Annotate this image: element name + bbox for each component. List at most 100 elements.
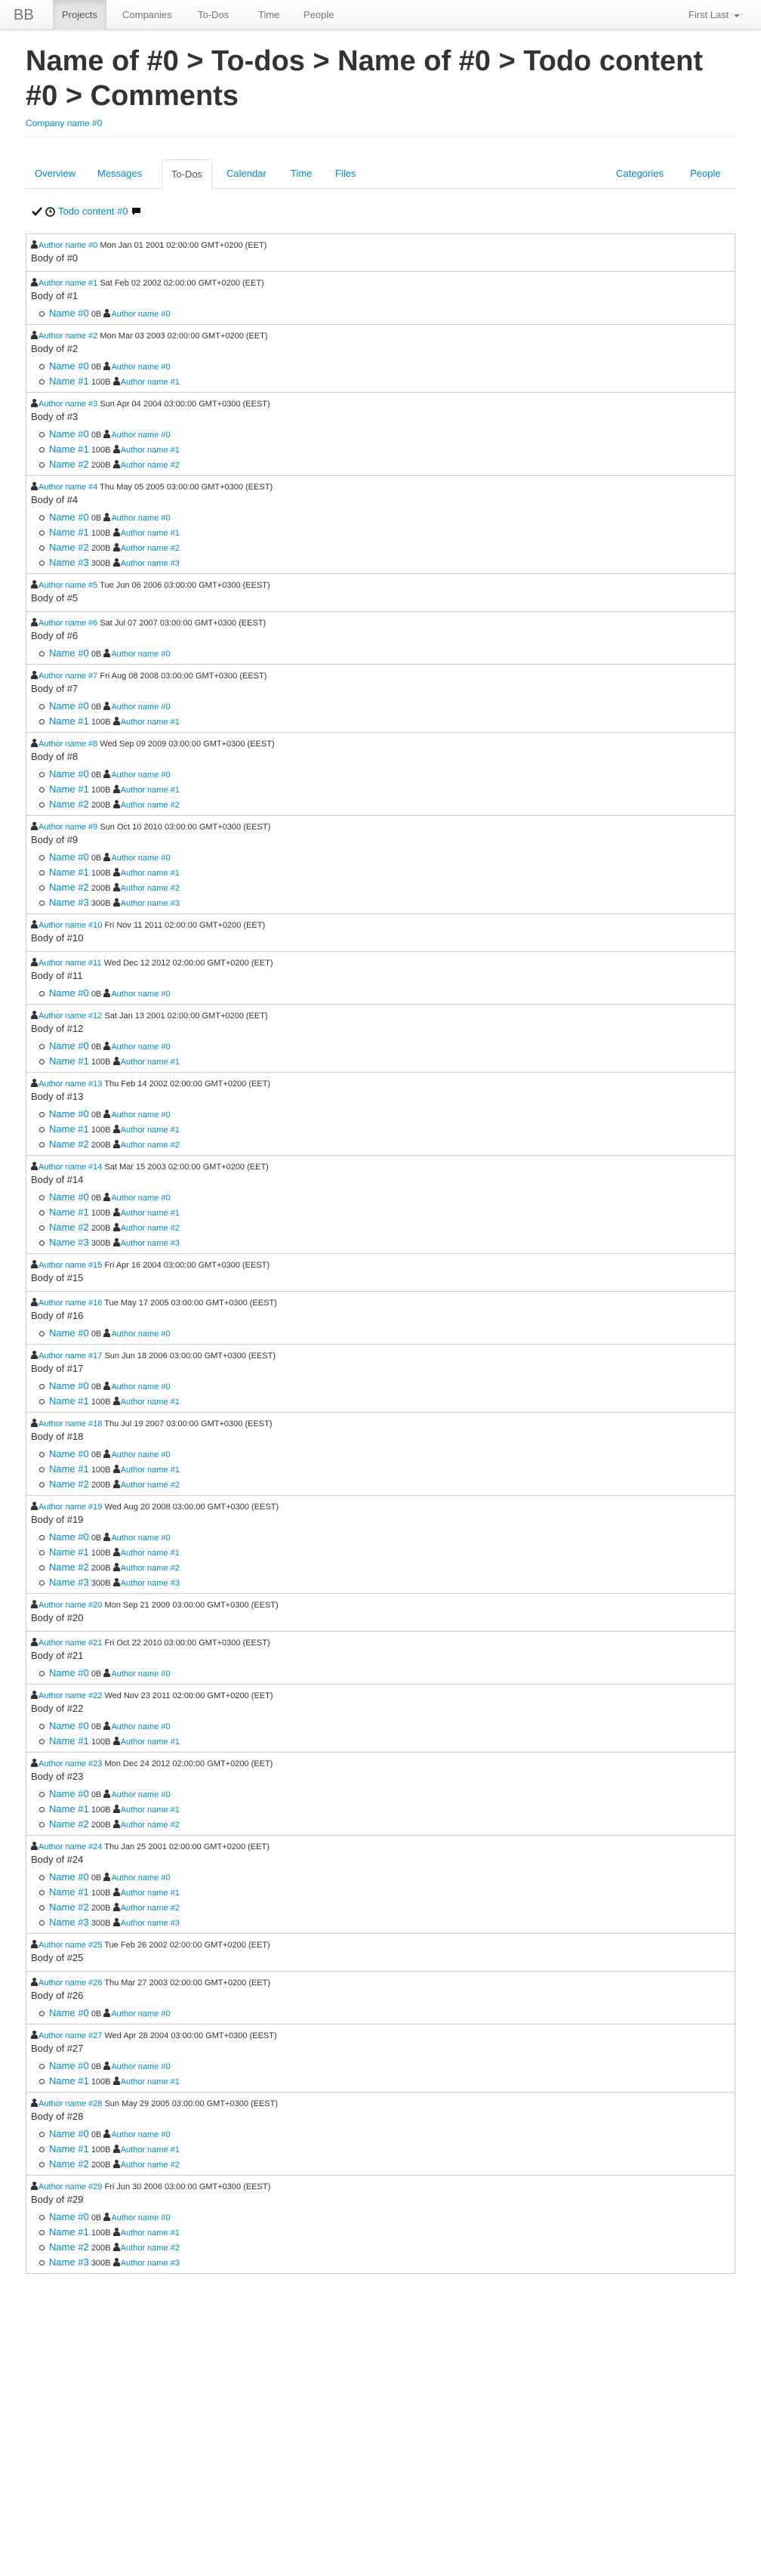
- attachment-author-link[interactable]: Author name #1: [121, 378, 180, 387]
- attachment-author-link[interactable]: Author name #3: [121, 559, 180, 568]
- comment-author-link[interactable]: Author name #29: [39, 2182, 102, 2191]
- attachment-name-link[interactable]: Name #0: [49, 987, 89, 999]
- attachment-name-link[interactable]: Name #2: [49, 1138, 89, 1150]
- attachment-author-link[interactable]: Author name #0: [111, 1382, 170, 1391]
- comment-author-link[interactable]: Author name #0: [39, 241, 97, 250]
- attachment-name-link[interactable]: Name #3: [49, 2256, 89, 2268]
- attachment-author-link[interactable]: Author name #2: [121, 1564, 180, 1573]
- company-link[interactable]: Company name #0: [26, 116, 102, 130]
- attachment-author-link[interactable]: Author name #0: [111, 1110, 170, 1120]
- attachment-name-link[interactable]: Name #1: [49, 1206, 89, 1218]
- attachment-name-link[interactable]: Name #0: [49, 1380, 89, 1391]
- comment-author-link[interactable]: Author name #25: [39, 1941, 102, 1950]
- attachment-author-link[interactable]: Author name #1: [121, 1398, 180, 1407]
- attachment-author-link[interactable]: Author name #0: [111, 771, 170, 780]
- attachment-name-link[interactable]: Name #0: [49, 1788, 89, 1799]
- attachment-name-link[interactable]: Name #2: [49, 2241, 89, 2253]
- comment-author-link[interactable]: Author name #10: [39, 921, 102, 930]
- attachment-name-link[interactable]: Name #1: [49, 2226, 89, 2238]
- attachment-author-link[interactable]: Author name #3: [121, 899, 180, 908]
- comment-author-link[interactable]: Author name #12: [39, 1012, 102, 1021]
- attachment-name-link[interactable]: Name #1: [49, 443, 89, 455]
- comment-author-link[interactable]: Author name #22: [39, 1691, 102, 1700]
- attachment-author-link[interactable]: Author name #0: [111, 990, 170, 999]
- attachment-author-link[interactable]: Author name #2: [121, 544, 180, 553]
- attachment-name-link[interactable]: Name #1: [49, 1055, 89, 1067]
- attachment-author-link[interactable]: Author name #0: [111, 1534, 170, 1543]
- attachment-name-link[interactable]: Name #2: [49, 542, 89, 553]
- attachment-name-link[interactable]: Name #0: [49, 1327, 89, 1339]
- attachment-author-link[interactable]: Author name #0: [111, 2213, 170, 2222]
- attachment-name-link[interactable]: Name #1: [49, 2143, 89, 2154]
- attachment-author-link[interactable]: Author name #0: [111, 1194, 170, 1203]
- attachment-name-link[interactable]: Name #0: [49, 2007, 89, 2018]
- comment-author-link[interactable]: Author name #8: [39, 740, 97, 749]
- attachment-author-link[interactable]: Author name #1: [121, 1805, 180, 1815]
- attachment-name-link[interactable]: Name #1: [49, 1735, 89, 1747]
- comment-author-link[interactable]: Author name #15: [39, 1261, 102, 1270]
- nav-companies[interactable]: Companies: [113, 0, 181, 30]
- attachment-author-link[interactable]: Author name #0: [111, 1873, 170, 1883]
- attachment-name-link[interactable]: Name #0: [49, 1667, 89, 1679]
- attachment-author-link[interactable]: Author name #2: [121, 2244, 180, 2253]
- attachment-name-link[interactable]: Name #2: [49, 459, 89, 470]
- tab-categories[interactable]: Categories: [607, 159, 673, 189]
- attachment-name-link[interactable]: Name #3: [49, 1237, 89, 1248]
- nav-todos[interactable]: To-Dos: [189, 0, 238, 30]
- attachment-author-link[interactable]: Author name #0: [111, 1790, 170, 1799]
- attachment-author-link[interactable]: Author name #1: [121, 2145, 180, 2154]
- attachment-name-link[interactable]: Name #0: [49, 1448, 89, 1459]
- attachment-author-link[interactable]: Author name #1: [121, 869, 180, 878]
- attachment-name-link[interactable]: Name #0: [49, 307, 89, 319]
- attachment-author-link[interactable]: Author name #1: [121, 786, 180, 795]
- attachment-name-link[interactable]: Name #0: [49, 647, 89, 659]
- attachment-author-link[interactable]: Author name #2: [121, 884, 180, 893]
- comment-author-link[interactable]: Author name #26: [39, 1978, 102, 1988]
- attachment-author-link[interactable]: Author name #1: [121, 1889, 180, 1898]
- attachment-author-link[interactable]: Author name #1: [121, 1466, 180, 1475]
- comment-author-link[interactable]: Author name #6: [39, 619, 97, 628]
- comment-author-link[interactable]: Author name #2: [39, 332, 97, 341]
- comment-author-link[interactable]: Author name #14: [39, 1163, 102, 1172]
- attachment-author-link[interactable]: Author name #2: [121, 461, 180, 470]
- attachment-author-link[interactable]: Author name #3: [121, 2259, 180, 2268]
- tab-overview[interactable]: Overview: [26, 159, 85, 189]
- attachment-author-link[interactable]: Author name #1: [121, 1058, 180, 1067]
- comment-author-link[interactable]: Author name #16: [39, 1299, 102, 1308]
- attachment-author-link[interactable]: Author name #3: [121, 1239, 180, 1248]
- attachment-author-link[interactable]: Author name #1: [121, 1209, 180, 1218]
- attachment-author-link[interactable]: Author name #0: [111, 363, 170, 372]
- attachment-name-link[interactable]: Name #1: [49, 1803, 89, 1815]
- attachment-name-link[interactable]: Name #2: [49, 1478, 89, 1490]
- attachment-author-link[interactable]: Author name #1: [121, 2077, 180, 2086]
- tab-files[interactable]: Files: [326, 159, 365, 189]
- attachment-author-link[interactable]: Author name #1: [121, 1737, 180, 1747]
- comment-author-link[interactable]: Author name #9: [39, 823, 97, 832]
- attachment-name-link[interactable]: Name #0: [49, 2128, 89, 2139]
- todo-content-link[interactable]: Todo content #0: [58, 205, 128, 218]
- attachment-name-link[interactable]: Name #1: [49, 1395, 89, 1407]
- attachment-name-link[interactable]: Name #0: [49, 2060, 89, 2071]
- attachment-name-link[interactable]: Name #0: [49, 428, 89, 440]
- tab-time[interactable]: Time: [282, 159, 321, 189]
- tab-people[interactable]: People: [681, 159, 729, 189]
- attachment-name-link[interactable]: Name #2: [49, 1561, 89, 1573]
- attachment-author-link[interactable]: Author name #0: [111, 1722, 170, 1731]
- attachment-author-link[interactable]: Author name #2: [121, 1481, 180, 1490]
- tab-messages[interactable]: Messages: [88, 159, 151, 189]
- attachment-name-link[interactable]: Name #2: [49, 1901, 89, 1913]
- attachment-author-link[interactable]: Author name #2: [121, 801, 180, 810]
- attachment-author-link[interactable]: Author name #0: [111, 1669, 170, 1679]
- nav-projects[interactable]: Projects: [53, 0, 106, 30]
- attachment-name-link[interactable]: Name #1: [49, 1886, 89, 1898]
- attachment-author-link[interactable]: Author name #1: [121, 1126, 180, 1135]
- attachment-name-link[interactable]: Name #2: [49, 882, 89, 893]
- attachment-name-link[interactable]: Name #0: [49, 1720, 89, 1731]
- attachment-author-link[interactable]: Author name #3: [121, 1579, 180, 1588]
- attachment-name-link[interactable]: Name #1: [49, 1546, 89, 1558]
- attachment-author-link[interactable]: Author name #0: [111, 1042, 170, 1052]
- attachment-name-link[interactable]: Name #0: [49, 700, 89, 712]
- comment-author-link[interactable]: Author name #5: [39, 581, 97, 590]
- comment-author-link[interactable]: Author name #23: [39, 1759, 102, 1768]
- attachment-name-link[interactable]: Name #3: [49, 1577, 89, 1588]
